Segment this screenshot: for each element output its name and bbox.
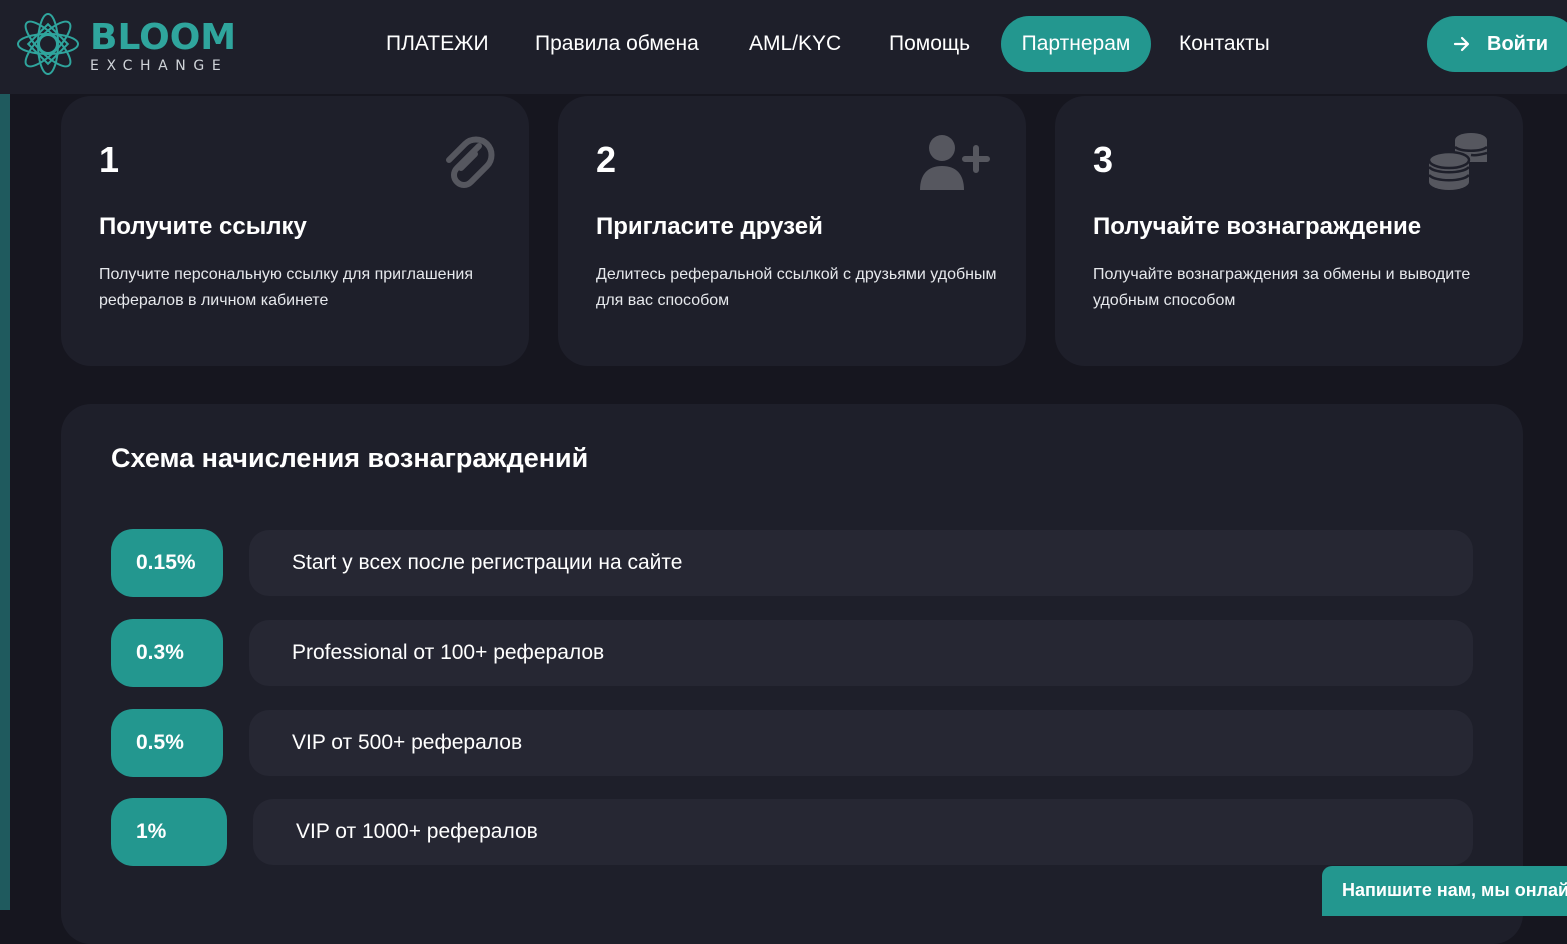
step-title: Пригласите друзей [596, 213, 823, 240]
step-card-invite-friends: 2 Пригласите друзей Делитесь реферальной… [558, 96, 1026, 366]
step-number: 1 [99, 139, 120, 180]
step-card-get-link: 1 Получите ссылку Получите персональную … [61, 96, 529, 366]
step-title: Получайте вознаграждение [1093, 213, 1422, 240]
nav-item-aml-kyc[interactable]: AML/KYC [749, 16, 841, 72]
tier-rate-badge: 1% [111, 798, 227, 866]
tier-description: Professional от 100+ рефералов [249, 620, 1473, 686]
brand-name: BLOOM [90, 17, 237, 58]
chat-widget-button[interactable]: Напишите нам, мы онлайн [1322, 866, 1567, 916]
user-plus-icon [920, 135, 990, 190]
step-description: Получайте вознаграждения за обмены и выв… [1093, 266, 1471, 309]
nav-item-payments[interactable]: ПЛАТЕЖИ [386, 16, 489, 72]
step-number: 2 [596, 139, 617, 180]
left-accent-strip [0, 94, 10, 910]
tier-description: VIP от 500+ рефералов [249, 710, 1473, 776]
login-button-label: Войти [1487, 33, 1549, 55]
step-description: Получите персональную ссылку для приглаш… [99, 266, 474, 309]
brand-subtitle: EXCHANGE [90, 58, 229, 74]
tier-rate-badge: 0.15% [111, 529, 223, 597]
login-arrow-icon [1453, 36, 1470, 52]
section-title: Схема начисления вознаграждений [111, 443, 589, 473]
site-header: BLOOM EXCHANGE ПЛАТЕЖИ Правила обмена AM… [0, 0, 1567, 94]
step-description: Делитесь реферальной ссылкой с друзьями … [596, 266, 997, 309]
reward-scheme-panel: Схема начисления вознаграждений 0.15% St… [61, 404, 1523, 944]
coins-icon [1427, 133, 1488, 190]
paperclip-icon [446, 136, 495, 188]
login-button[interactable]: Войти [1427, 16, 1567, 72]
nav-item-exchange-rules[interactable]: Правила обмена [535, 16, 699, 72]
tier-rate-badge: 0.3% [111, 619, 223, 687]
step-number: 3 [1093, 139, 1114, 180]
brand-logo[interactable]: BLOOM EXCHANGE [12, 8, 242, 80]
nav-item-partners[interactable]: Партнерам [1001, 16, 1151, 72]
tier-description: Start у всех после регистрации на сайте [249, 530, 1473, 596]
nav-item-help[interactable]: Помощь [889, 16, 970, 72]
tier-description: VIP от 1000+ рефералов [253, 799, 1473, 865]
tier-rate-badge: 0.5% [111, 709, 223, 777]
lotus-logo-icon [17, 13, 79, 75]
nav-item-contacts[interactable]: Контакты [1179, 16, 1270, 72]
step-title: Получите ссылку [99, 213, 307, 240]
step-card-get-reward: 3 Получайте вознаграждение Получайте воз… [1055, 96, 1523, 366]
